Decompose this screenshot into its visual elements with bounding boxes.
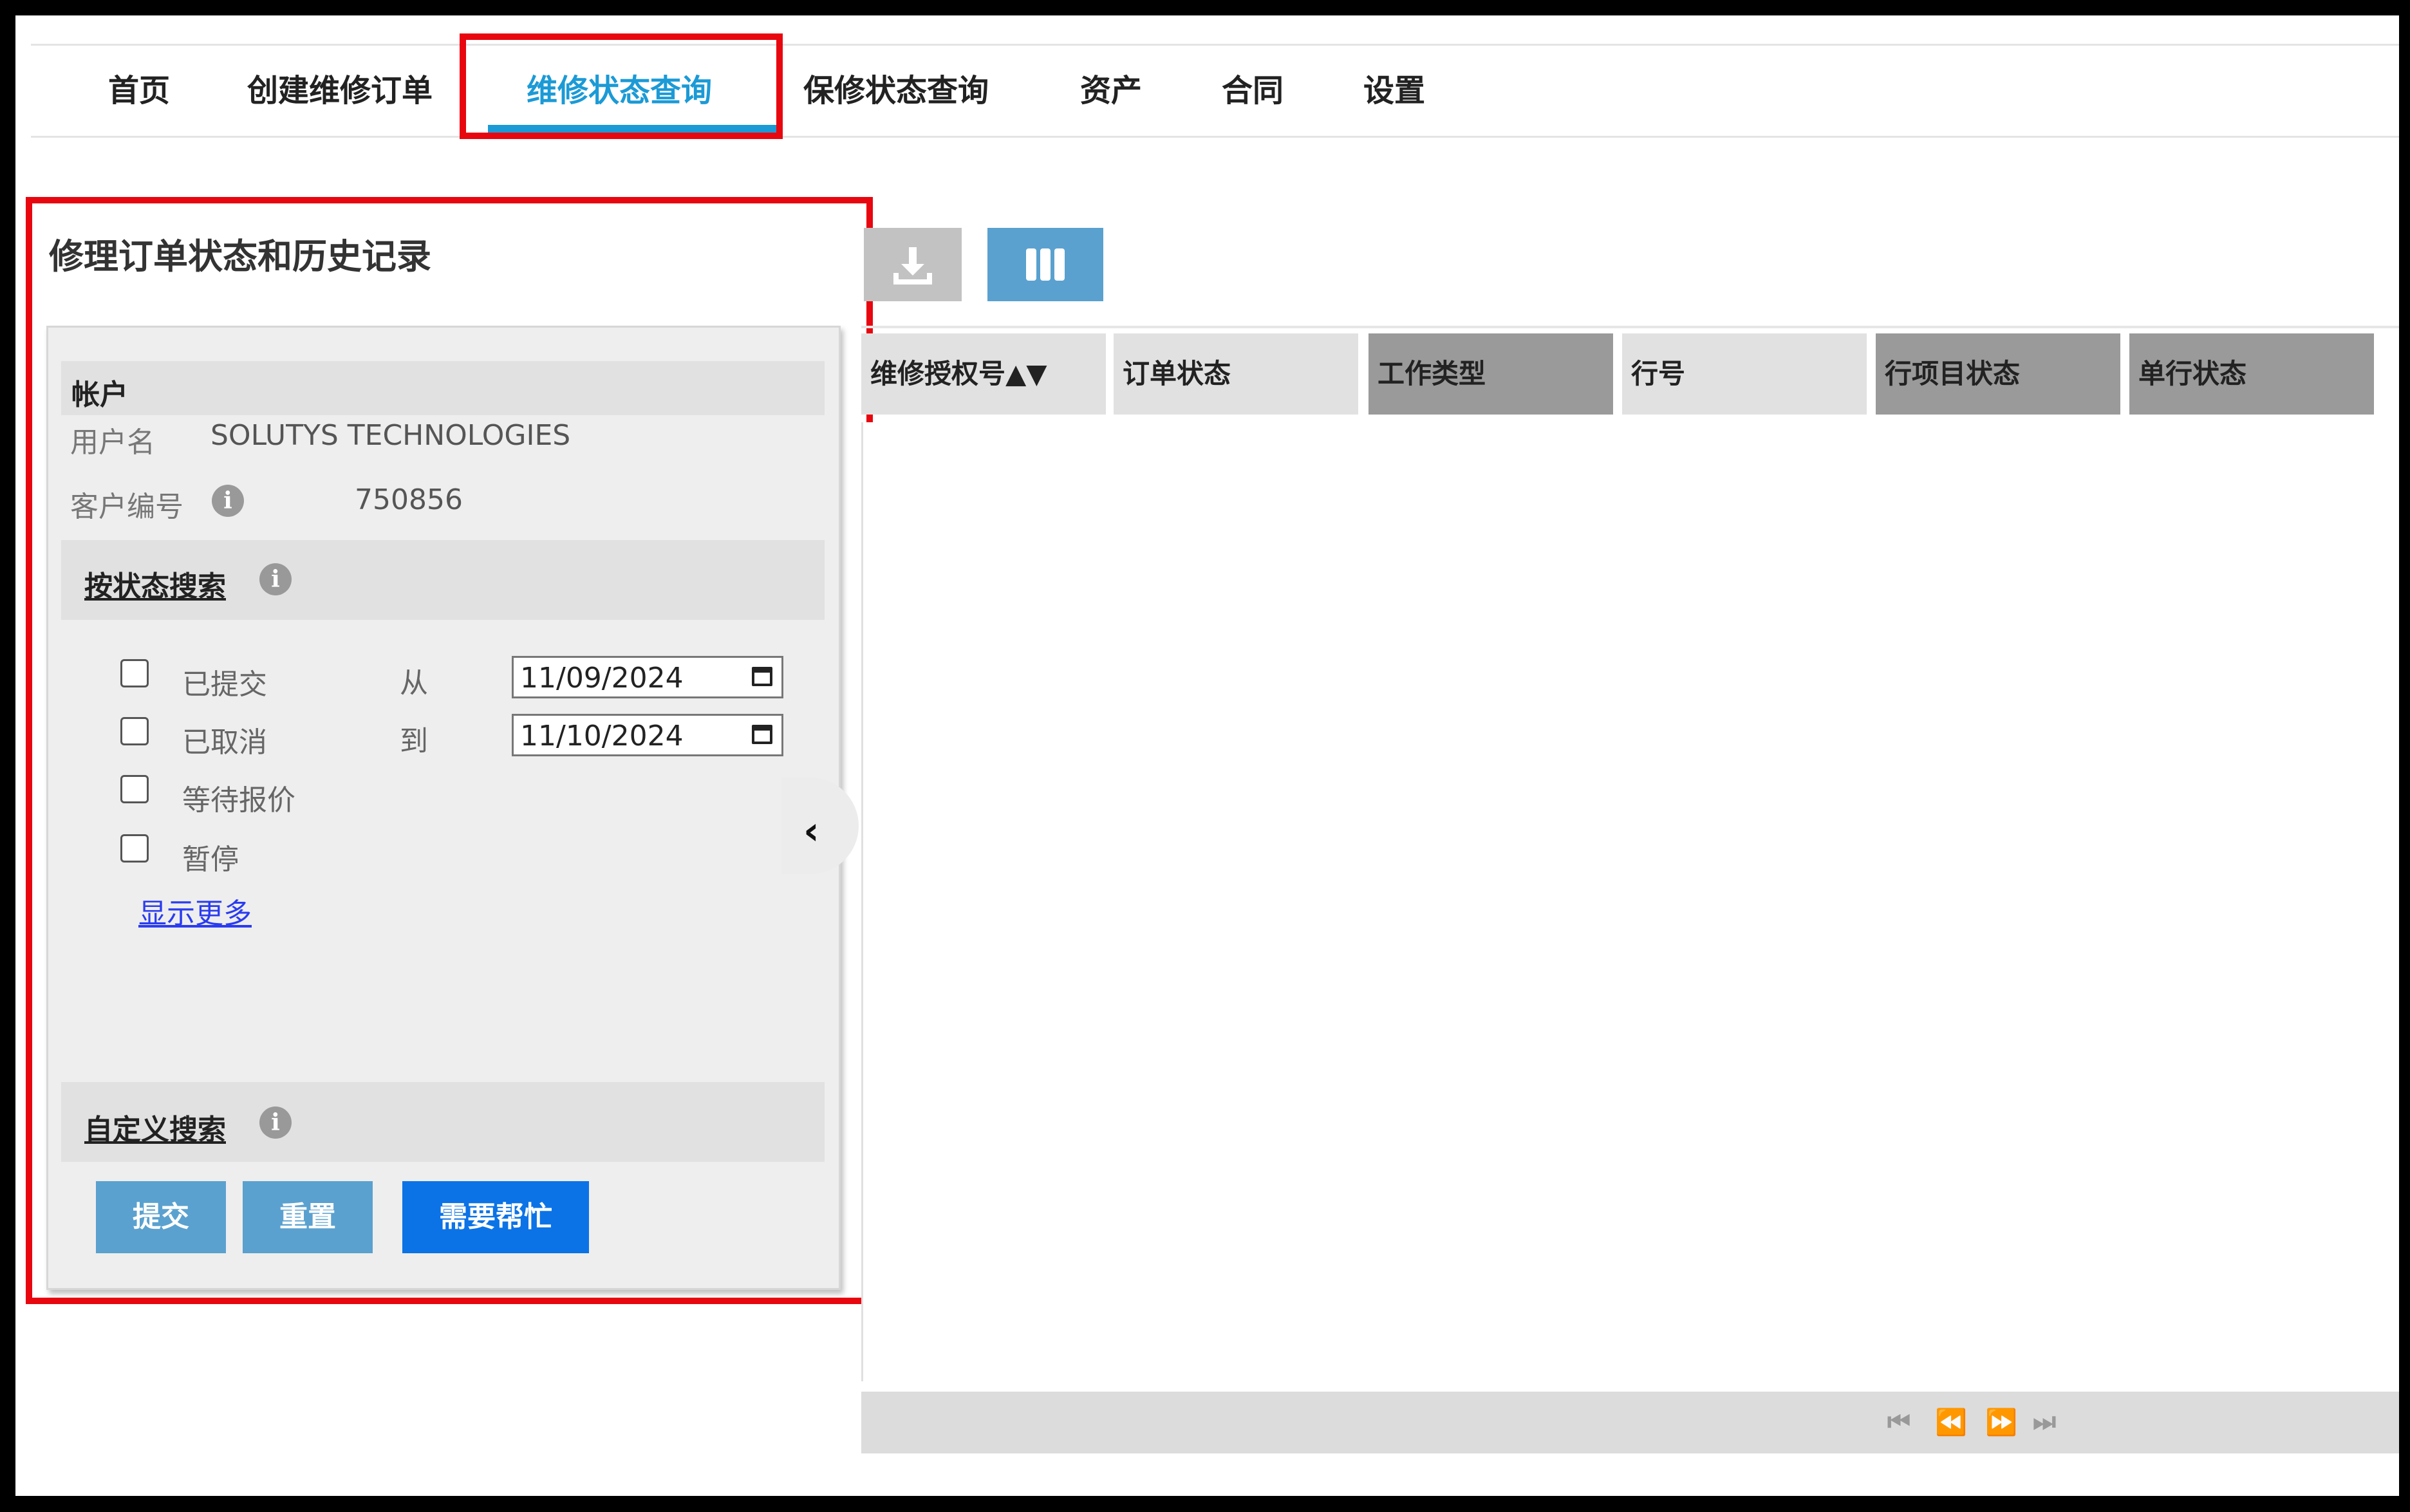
first-page-icon[interactable]: ⏮: [1887, 1407, 1910, 1437]
columns-button[interactable]: [987, 228, 1103, 301]
nav-home[interactable]: 首页: [108, 46, 170, 136]
nav-warranty-status[interactable]: 保修状态查询: [803, 46, 989, 136]
grid-header: 维修授权号▲▼ 订单状态 工作类型 行号 行项目状态 单行状态: [861, 326, 2399, 425]
nav-create-repair-order[interactable]: 创建维修订单: [247, 46, 433, 136]
grid-body: [861, 422, 2399, 1381]
prev-page-icon[interactable]: ⏪: [1935, 1407, 1967, 1437]
last-page-icon[interactable]: ⏭: [2033, 1407, 2056, 1437]
nav-assets[interactable]: 资产: [1080, 46, 1142, 136]
next-page-icon[interactable]: ⏩: [1985, 1407, 2017, 1437]
download-icon: [893, 247, 932, 285]
highlight-box-panel: [26, 197, 873, 1304]
col-work-type[interactable]: 工作类型: [1368, 333, 1613, 415]
col-single-line-status[interactable]: 单行状态: [2129, 333, 2374, 415]
columns-icon: [1026, 248, 1065, 281]
main-nav: 首页 创建维修订单 维修状态查询 保修状态查询 资产 合同 设置: [31, 44, 2399, 138]
nav-contracts[interactable]: 合同: [1222, 46, 1284, 136]
nav-settings[interactable]: 设置: [1363, 46, 1425, 136]
col-line-item-status[interactable]: 行项目状态: [1876, 333, 2120, 415]
app-frame: 首页 创建维修订单 维修状态查询 保修状态查询 资产 合同 设置 修理订单状态和…: [15, 15, 2399, 1496]
download-button[interactable]: [864, 228, 962, 301]
col-order-status[interactable]: 订单状态: [1114, 333, 1358, 415]
col-line-number[interactable]: 行号: [1622, 333, 1867, 415]
highlight-box-tab: [460, 33, 783, 139]
pager: ⏮ ⏪ ⏩ ⏭: [861, 1392, 2399, 1453]
col-rma-number[interactable]: 维修授权号▲▼: [861, 333, 1106, 415]
